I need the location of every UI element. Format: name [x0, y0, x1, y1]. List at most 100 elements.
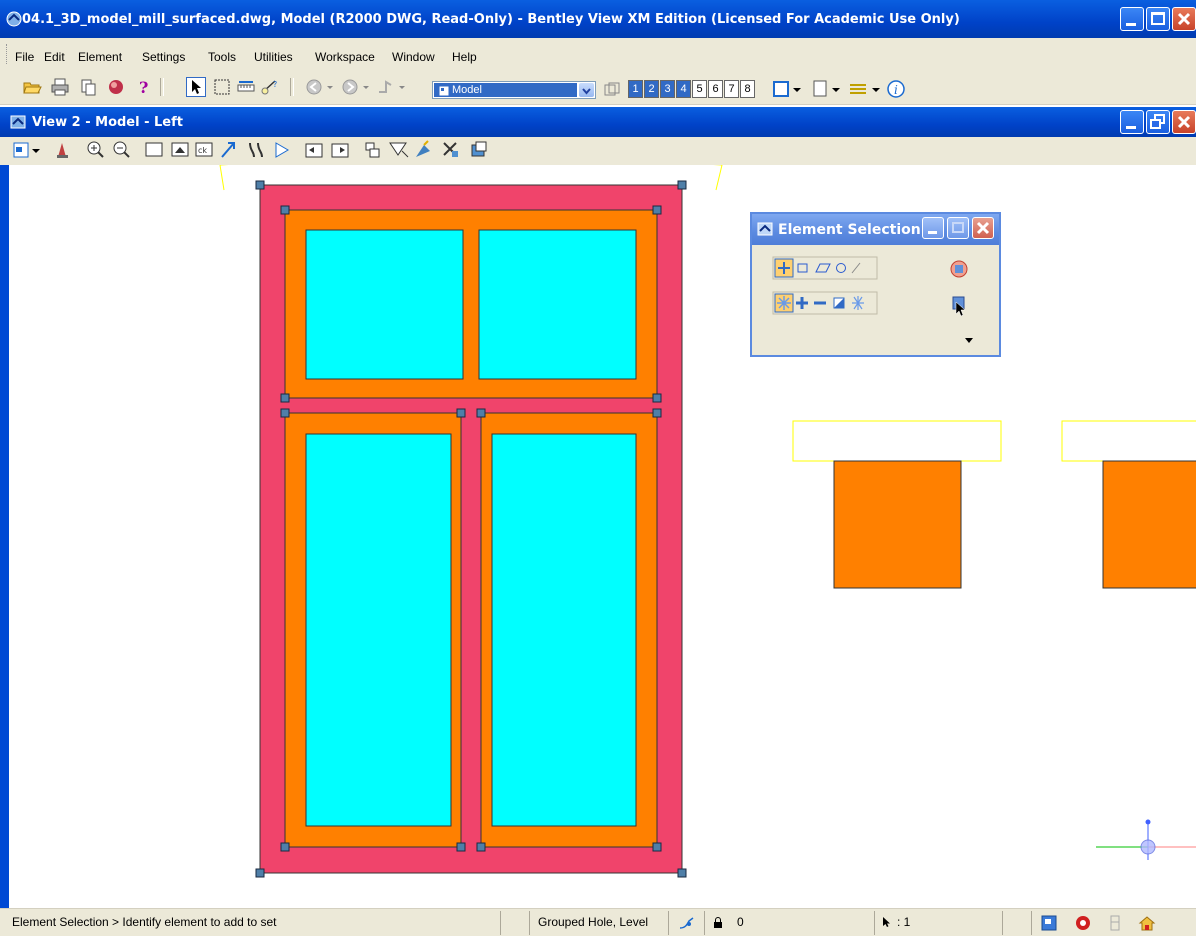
- circle-method-icon[interactable]: [836, 263, 846, 273]
- add-mode-icon[interactable]: [796, 297, 808, 309]
- selection-handle[interactable]: [456, 842, 466, 852]
- view-previous-window-icon[interactable]: [305, 143, 323, 158]
- orange-block[interactable]: [1102, 460, 1196, 589]
- status-snap-button[interactable]: [668, 911, 704, 935]
- view-toggle-4[interactable]: 4: [676, 80, 691, 98]
- up-level-icon[interactable]: [376, 77, 396, 97]
- selection-handle[interactable]: [255, 180, 265, 190]
- element-selection-arrow-icon[interactable]: [186, 77, 206, 97]
- view-toggle-7[interactable]: 7: [724, 80, 739, 98]
- measure-icon[interactable]: [236, 77, 256, 97]
- select-all-mode-icon[interactable]: [852, 296, 864, 310]
- select-all-icon[interactable]: [952, 296, 966, 317]
- menu-tools[interactable]: Tools: [208, 50, 236, 64]
- home-icon[interactable]: [1138, 914, 1156, 932]
- glass-pane[interactable]: [305, 433, 452, 827]
- new-mode-icon[interactable]: [774, 293, 794, 313]
- glass-pane[interactable]: [478, 229, 637, 380]
- model-select[interactable]: Model: [432, 81, 596, 99]
- digital-signature-icon[interactable]: [1106, 914, 1124, 932]
- view-close-button[interactable]: [1172, 110, 1196, 134]
- selection-handle[interactable]: [476, 842, 486, 852]
- pan-view-icon[interactable]: [221, 142, 235, 158]
- view-toggle-3[interactable]: 3: [660, 80, 675, 98]
- menu-workspace[interactable]: Workspace: [315, 50, 375, 64]
- help-icon[interactable]: ?: [134, 77, 154, 97]
- chevron-down-icon[interactable]: [360, 77, 372, 97]
- rotate-view-icon[interactable]: ck: [195, 142, 213, 157]
- app-titlebar[interactable]: 04.1_3D_model_mill_surfaced.dwg, Model (…: [0, 0, 1196, 38]
- camera-icon[interactable]: [416, 140, 430, 157]
- chevron-down-icon[interactable]: [396, 77, 408, 97]
- clip-volume-icon[interactable]: [389, 142, 409, 158]
- window-area-icon[interactable]: [145, 142, 163, 157]
- back-icon[interactable]: [304, 77, 324, 97]
- menu-file[interactable]: File: [15, 50, 34, 64]
- view-attributes-icon[interactable]: [773, 81, 789, 97]
- selection-handle[interactable]: [280, 408, 290, 418]
- block-method-icon[interactable]: [797, 263, 808, 273]
- menu-settings[interactable]: Settings: [142, 50, 185, 64]
- view-attributes-dropdown[interactable]: [13, 142, 40, 158]
- model-select-dropdown-button[interactable]: [579, 83, 594, 97]
- selection-handle[interactable]: [280, 205, 290, 215]
- selection-handle[interactable]: [652, 393, 662, 403]
- close-button[interactable]: [1172, 7, 1196, 31]
- view-toggle-5[interactable]: 5: [692, 80, 707, 98]
- view-toggle-1[interactable]: 1: [628, 80, 643, 98]
- chevron-down-icon[interactable]: [872, 88, 880, 92]
- chevron-down-icon[interactable]: [324, 77, 336, 97]
- invert-mode-icon[interactable]: [833, 297, 845, 309]
- drawing-canvas[interactable]: [9, 165, 1196, 910]
- fit-view-icon[interactable]: [171, 142, 189, 157]
- chevron-down-icon[interactable]: [832, 88, 840, 92]
- menu-element[interactable]: Element: [78, 50, 122, 64]
- dialog-maximize-button[interactable]: [947, 217, 969, 239]
- dialog-minimize-button[interactable]: [922, 217, 944, 239]
- selection-handle[interactable]: [280, 393, 290, 403]
- dialog-close-button[interactable]: [972, 217, 994, 239]
- copy-view-icon[interactable]: [365, 142, 380, 158]
- selection-handle[interactable]: [677, 180, 687, 190]
- maximize-button[interactable]: [1146, 7, 1170, 31]
- menubar-grip[interactable]: [6, 44, 10, 64]
- window-model[interactable]: [259, 184, 683, 874]
- clip-mask-icon[interactable]: [443, 142, 458, 157]
- selection-handle[interactable]: [456, 408, 466, 418]
- minimize-button[interactable]: [1120, 7, 1144, 31]
- chevron-down-icon[interactable]: [965, 338, 973, 343]
- selection-handle[interactable]: [280, 842, 290, 852]
- update-view-icon[interactable]: [57, 143, 68, 158]
- forward-icon[interactable]: [340, 77, 360, 97]
- print-preview-icon[interactable]: [78, 77, 98, 97]
- zoom-out-icon[interactable]: [113, 141, 130, 158]
- view-toggle-2[interactable]: 2: [644, 80, 659, 98]
- analyze-element-icon[interactable]: ?: [260, 77, 280, 97]
- clear-selection-icon[interactable]: [950, 260, 968, 278]
- view-toggle-6[interactable]: 6: [708, 80, 723, 98]
- status-element-info[interactable]: Grouped Hole, Level: [529, 911, 669, 935]
- line-method-icon[interactable]: [851, 262, 861, 274]
- render-icon[interactable]: [106, 77, 126, 97]
- view-titlebar[interactable]: View 2 - Model - Left: [0, 107, 1196, 137]
- display-style-icon[interactable]: [813, 80, 827, 97]
- design-file-icon[interactable]: [1040, 914, 1058, 932]
- selection-handle[interactable]: [476, 408, 486, 418]
- orange-block[interactable]: [833, 460, 962, 589]
- open-file-icon[interactable]: [22, 77, 42, 97]
- glass-pane[interactable]: [491, 433, 637, 827]
- selection-handle[interactable]: [652, 205, 662, 215]
- levels-icon[interactable]: [850, 84, 866, 94]
- selection-handle[interactable]: [652, 842, 662, 852]
- print-icon[interactable]: [50, 77, 70, 97]
- chevron-down-icon[interactable]: [793, 88, 801, 92]
- menu-window[interactable]: Window: [392, 50, 435, 64]
- zoom-in-icon[interactable]: [87, 141, 104, 158]
- models-dialog-icon[interactable]: [602, 80, 622, 100]
- walk-icon[interactable]: [249, 142, 263, 158]
- fence-icon[interactable]: [212, 77, 232, 97]
- menu-edit[interactable]: Edit: [44, 50, 65, 64]
- view-previous-icon[interactable]: [275, 142, 289, 158]
- view-display-mode-icon[interactable]: [471, 141, 487, 157]
- selection-handle[interactable]: [652, 408, 662, 418]
